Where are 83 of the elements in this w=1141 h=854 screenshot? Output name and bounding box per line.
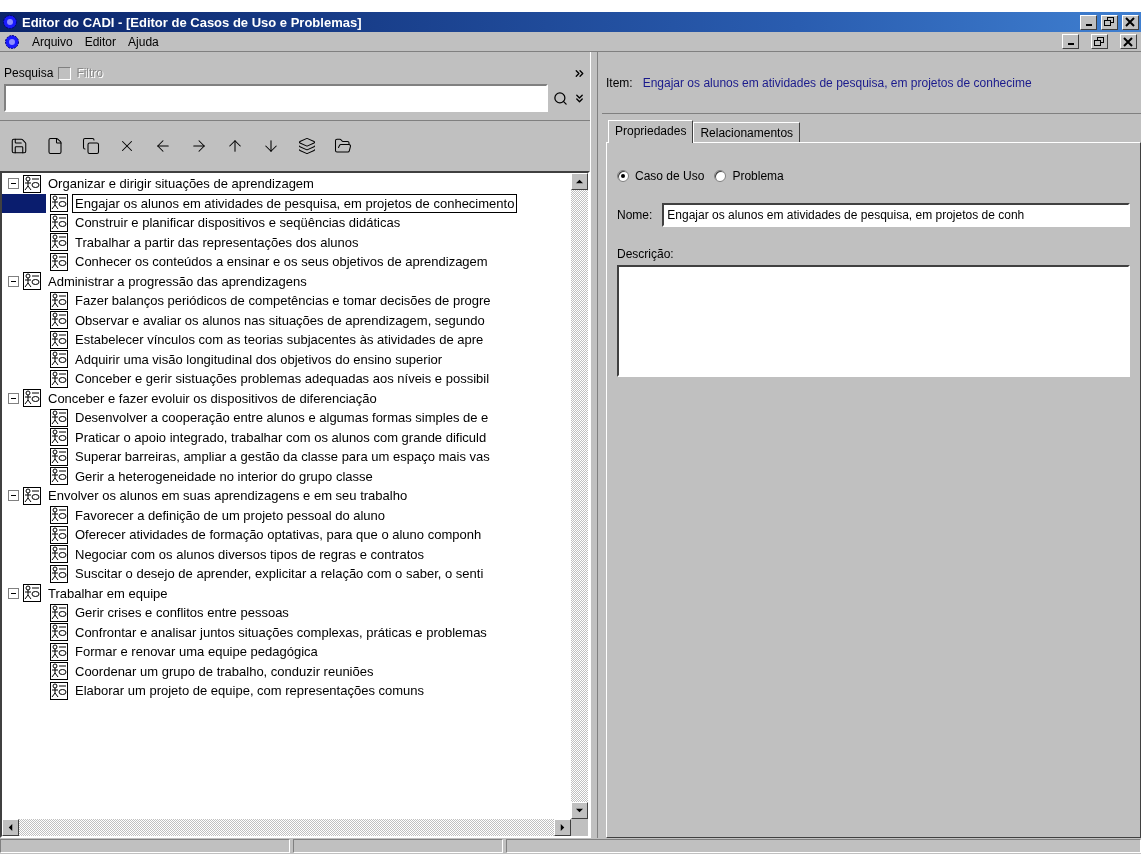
stick-figure-icon bbox=[23, 174, 41, 193]
stick-figure-icon bbox=[50, 408, 68, 427]
stick-figure-icon bbox=[50, 506, 68, 525]
name-field[interactable]: Engajar os alunos em atividades de pesquisa, em projetos de conh bbox=[662, 203, 1130, 227]
stick-figure-icon bbox=[50, 330, 68, 349]
stick-figure-icon bbox=[50, 311, 68, 330]
radio-button[interactable] bbox=[714, 170, 727, 182]
open-folder-icon[interactable] bbox=[334, 137, 352, 155]
app-icon bbox=[2, 14, 18, 30]
radio-label: Problema bbox=[732, 169, 784, 183]
stick-figure-icon bbox=[50, 291, 68, 310]
horizontal-scrollbar[interactable] bbox=[2, 819, 571, 836]
menu-item[interactable]: Editor bbox=[84, 34, 117, 49]
menu-item[interactable]: Arquivo bbox=[32, 34, 73, 49]
name-label: Nome: bbox=[617, 208, 653, 222]
close-button[interactable] bbox=[1120, 34, 1137, 49]
stick-figure-icon bbox=[23, 486, 41, 505]
stick-figure-icon bbox=[50, 681, 68, 700]
document-icon[interactable] bbox=[46, 137, 64, 155]
arrow-right-icon[interactable] bbox=[559, 824, 566, 831]
search-label: Pesquisa bbox=[4, 66, 54, 80]
stick-figure-icon bbox=[50, 369, 68, 388]
stick-figure-icon bbox=[50, 233, 68, 252]
restore-button[interactable] bbox=[1091, 34, 1108, 49]
collapse-icon[interactable] bbox=[8, 178, 19, 190]
restore-icon bbox=[1094, 36, 1105, 47]
close-button[interactable] bbox=[1122, 14, 1139, 30]
radio-button[interactable] bbox=[617, 170, 629, 182]
minimize-button[interactable] bbox=[1062, 34, 1079, 49]
minimize-icon bbox=[1067, 43, 1074, 45]
stick-figure-icon bbox=[50, 213, 68, 232]
stick-figure-icon bbox=[50, 564, 68, 583]
stick-figure-icon bbox=[50, 194, 68, 213]
restore-icon bbox=[1104, 17, 1115, 27]
arrow-right-icon[interactable] bbox=[190, 137, 208, 155]
item-label: Item: bbox=[606, 75, 633, 90]
radio-label: Caso de Uso bbox=[635, 169, 705, 183]
description-label: Descrição: bbox=[617, 247, 675, 261]
filter-label: Filtro bbox=[76, 66, 104, 80]
scrollbar-corner bbox=[571, 819, 588, 836]
close-icon bbox=[1123, 36, 1134, 47]
stick-figure-icon bbox=[50, 642, 68, 661]
stick-figure-icon bbox=[50, 545, 68, 564]
minimize-icon bbox=[1085, 23, 1092, 26]
arrow-up-icon[interactable] bbox=[576, 178, 583, 185]
arrow-down-icon[interactable] bbox=[262, 137, 280, 155]
stick-figure-icon bbox=[23, 272, 41, 291]
stick-figure-icon bbox=[50, 467, 68, 486]
selection-highlight bbox=[2, 193, 46, 213]
save-icon[interactable] bbox=[10, 137, 28, 155]
collapse-icon[interactable] bbox=[8, 490, 19, 502]
search-icon[interactable] bbox=[553, 90, 568, 106]
stick-figure-icon bbox=[23, 389, 41, 408]
description-field[interactable] bbox=[617, 265, 1130, 377]
stick-figure-icon bbox=[50, 662, 68, 681]
tab[interactable]: Relacionamentos bbox=[693, 122, 801, 142]
menu-item[interactable]: Ajuda bbox=[128, 34, 159, 49]
copy-icon[interactable] bbox=[82, 137, 100, 155]
stacked-files-icon[interactable] bbox=[298, 137, 316, 155]
stick-figure-icon bbox=[50, 525, 68, 544]
search-field[interactable] bbox=[4, 84, 548, 112]
stick-figure-icon bbox=[23, 584, 41, 603]
stick-figure-icon bbox=[50, 428, 68, 447]
minimize-button[interactable] bbox=[1080, 14, 1097, 30]
collapse-icon[interactable] bbox=[8, 275, 19, 287]
collapse-icon[interactable] bbox=[8, 587, 19, 599]
stick-figure-icon bbox=[50, 252, 68, 271]
stick-figure-icon bbox=[50, 603, 68, 622]
collapse-icon[interactable] bbox=[8, 392, 19, 404]
stick-figure-icon bbox=[50, 623, 68, 642]
vertical-scrollbar[interactable] bbox=[571, 173, 588, 819]
stick-figure-icon bbox=[50, 447, 68, 466]
tree-item[interactable]: Engajar os alunos em atividades de pesquisa, em projetos de conhecimento bbox=[72, 193, 518, 213]
tab[interactable]: Propriedades bbox=[608, 120, 694, 143]
splitter[interactable] bbox=[590, 52, 598, 838]
arrow-down-icon[interactable] bbox=[576, 807, 583, 814]
restore-button[interactable] bbox=[1101, 14, 1118, 30]
arrow-left-icon[interactable] bbox=[7, 824, 14, 831]
item-value: Engajar os alunos em atividades de pesquisa, em projetos de conhecime bbox=[642, 75, 1032, 90]
close-icon bbox=[1125, 17, 1136, 27]
app-icon bbox=[4, 33, 20, 50]
window-title: Editor do CADI - [Editor de Casos de Uso e Problemas] bbox=[22, 14, 363, 30]
stick-figure-icon bbox=[50, 350, 68, 369]
